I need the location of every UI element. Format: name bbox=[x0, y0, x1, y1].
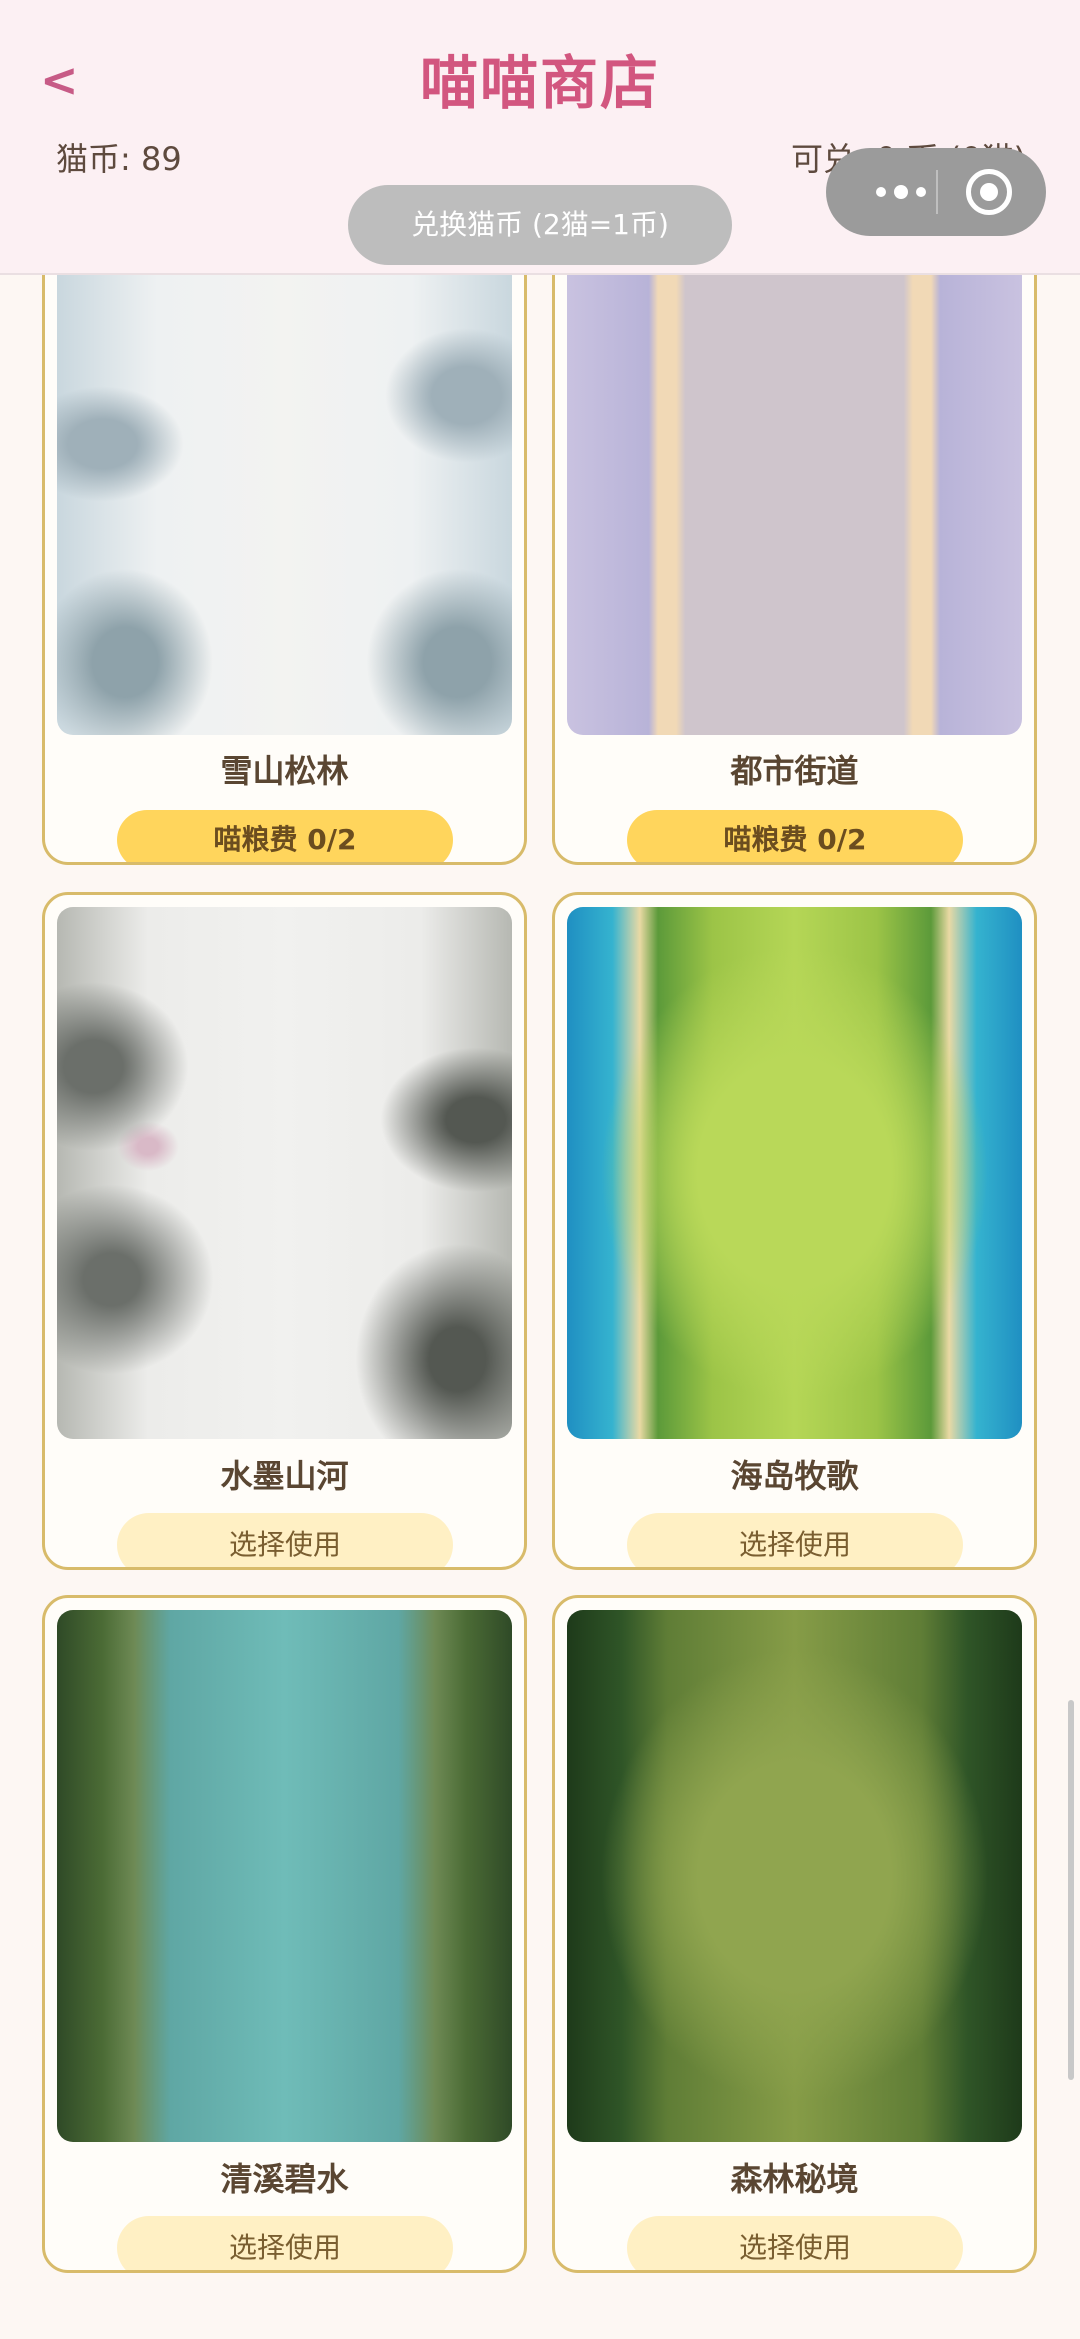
exchange-coins-button[interactable]: 兑换猫币 (2猫=1币) bbox=[348, 185, 732, 265]
target-circle-icon[interactable] bbox=[966, 169, 1012, 215]
buy-button[interactable]: 喵粮费 0/2 bbox=[627, 810, 963, 862]
mini-program-capsule bbox=[826, 148, 1046, 236]
background-card[interactable]: 森林秘境 选择使用 bbox=[552, 1595, 1037, 2273]
background-name: 水墨山河 bbox=[220, 1457, 349, 1495]
background-thumbnail bbox=[57, 250, 512, 735]
capsule-divider bbox=[936, 170, 938, 214]
background-name: 海岛牧歌 bbox=[730, 1457, 859, 1495]
background-name: 森林秘境 bbox=[730, 2160, 859, 2198]
buy-button[interactable]: 喵粮费 0/2 bbox=[117, 810, 453, 862]
background-card[interactable]: 水墨山河 选择使用 bbox=[42, 892, 527, 1570]
background-thumbnail bbox=[57, 907, 512, 1439]
background-thumbnail bbox=[567, 1610, 1022, 2142]
background-thumbnail bbox=[567, 907, 1022, 1439]
background-name: 清溪碧水 bbox=[220, 2160, 349, 2198]
background-card[interactable]: 都市街道 喵粮费 0/2 bbox=[552, 250, 1037, 865]
background-thumbnail bbox=[567, 250, 1022, 735]
select-use-button[interactable]: 选择使用 bbox=[117, 1513, 453, 1567]
background-name: 雪山松林 bbox=[220, 752, 349, 790]
background-thumbnail bbox=[57, 1610, 512, 2142]
select-use-button[interactable]: 选择使用 bbox=[117, 2216, 453, 2270]
more-dots-icon[interactable] bbox=[856, 148, 946, 236]
scrollbar[interactable] bbox=[1068, 1700, 1074, 2080]
page-title: 喵喵商店 bbox=[419, 49, 660, 117]
header-bar: < 喵喵商店 猫币: 89 可兑: 0 币 (0猫) 兑换猫币 (2猫=1币) bbox=[0, 0, 1080, 275]
background-card[interactable]: 清溪碧水 选择使用 bbox=[42, 1595, 527, 2273]
background-card[interactable]: 雪山松林 喵粮费 0/2 bbox=[42, 250, 527, 865]
background-card[interactable]: 海岛牧歌 选择使用 bbox=[552, 892, 1037, 1570]
coin-balance: 猫币: 89 bbox=[56, 140, 182, 178]
select-use-button[interactable]: 选择使用 bbox=[627, 2216, 963, 2270]
select-use-button[interactable]: 选择使用 bbox=[627, 1513, 963, 1567]
background-name: 都市街道 bbox=[730, 752, 859, 790]
